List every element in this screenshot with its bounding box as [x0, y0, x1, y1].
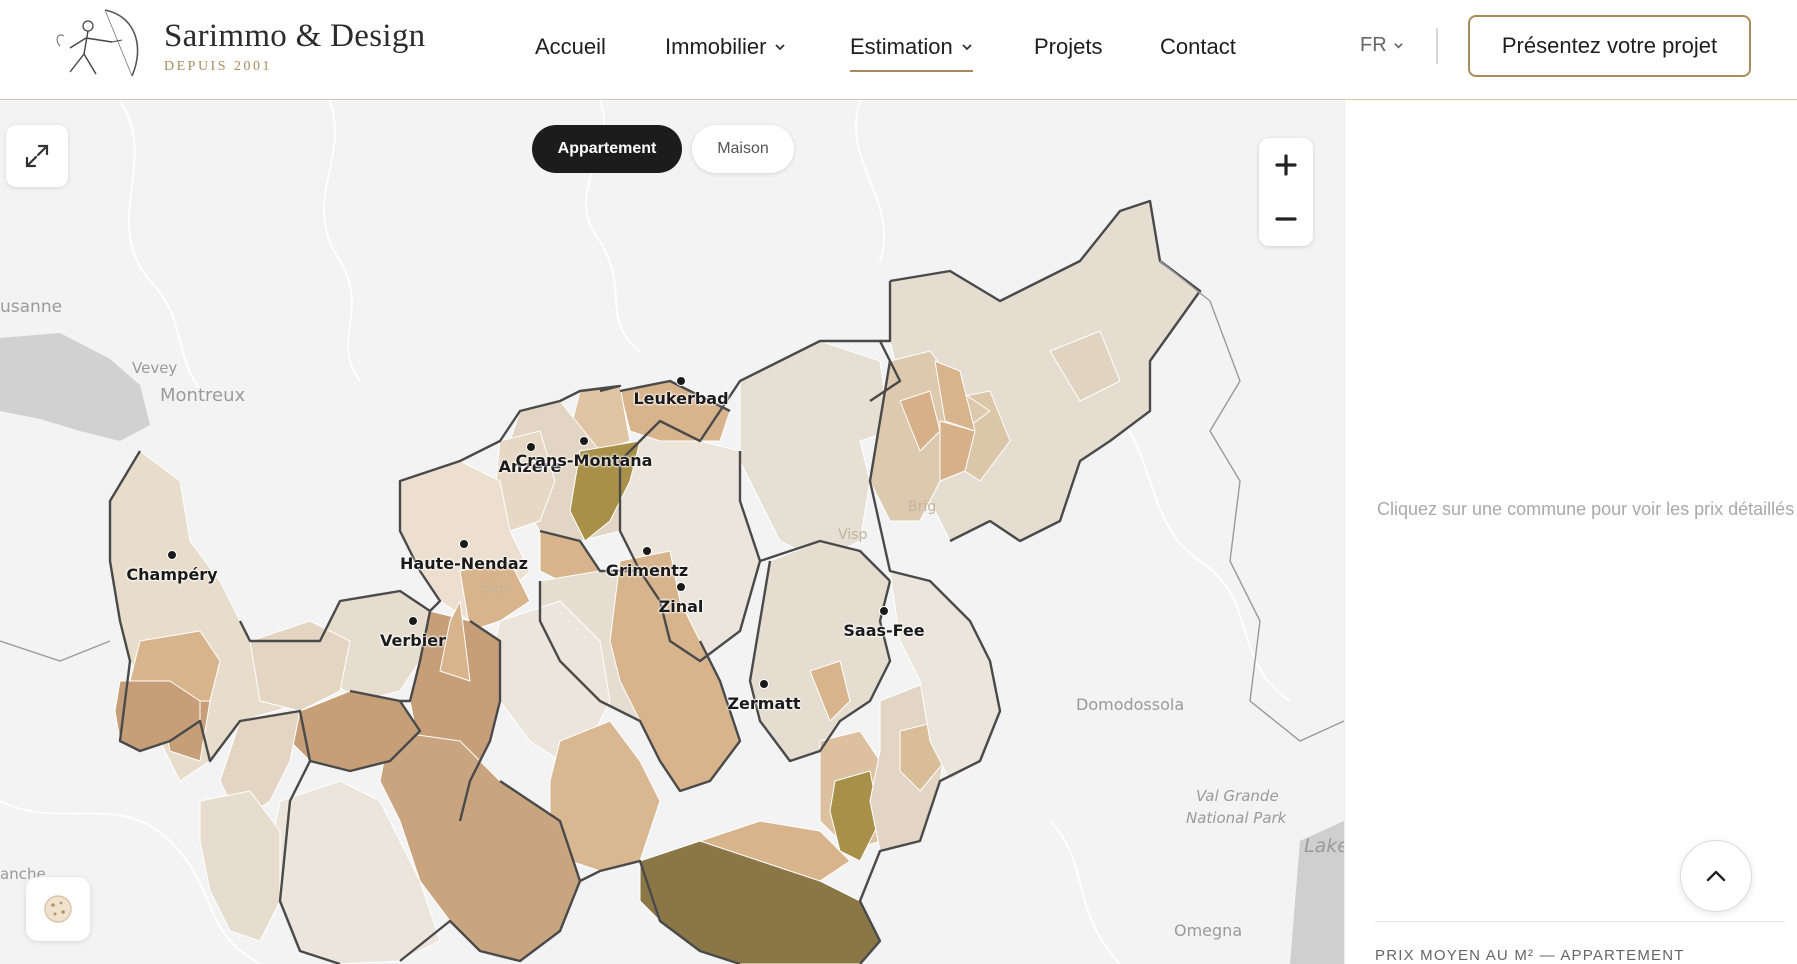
- active-nav-underline: [850, 70, 973, 72]
- nav-item-projets[interactable]: Projets: [1034, 32, 1102, 62]
- site-header: Sarimmo & Design DEPUIS 2001 Accueil Imm…: [0, 0, 1797, 100]
- place-label: Sion: [482, 581, 513, 597]
- brand-name: Sarimmo & Design: [164, 18, 426, 54]
- archer-logo-icon: [56, 9, 139, 77]
- chevron-down-icon: [1393, 43, 1403, 49]
- chevron-down-icon: [775, 44, 786, 51]
- cookie-settings-button[interactable]: [26, 877, 90, 941]
- commune-marker-zinal[interactable]: [676, 582, 686, 592]
- commune-marker-leukerbad[interactable]: [676, 376, 686, 386]
- place-label: usanne: [0, 297, 63, 317]
- commune-label-zermatt[interactable]: Zermatt: [727, 694, 800, 713]
- nav-item-immobilier[interactable]: Immobilier: [665, 32, 786, 62]
- commune-marker-crans-montana[interactable]: [579, 436, 589, 446]
- valais-choropleth-map[interactable]: [0, 101, 1344, 964]
- scroll-to-top-button[interactable]: [1680, 840, 1752, 912]
- plus-icon: [1275, 154, 1297, 176]
- cookie-icon: [44, 895, 72, 923]
- nav-label: Contact: [1160, 34, 1236, 59]
- chevron-up-icon: [1706, 870, 1726, 882]
- place-label: National Park: [1186, 809, 1287, 827]
- toggle-appartement[interactable]: Appartement: [532, 125, 682, 173]
- header-divider: [1436, 28, 1438, 64]
- commune-label-saas-fee[interactable]: Saas-Fee: [843, 621, 924, 640]
- commune-marker-haute-nendaz[interactable]: [459, 539, 469, 549]
- commune-marker-verbier[interactable]: [408, 616, 418, 626]
- chevron-down-icon: [962, 44, 972, 51]
- minus-icon: [1275, 217, 1297, 221]
- price-map[interactable]: usanne Vevey Montreux Domodossola Val Gr…: [0, 101, 1344, 964]
- nav-label: Immobilier: [665, 34, 767, 59]
- commune-marker-champery[interactable]: [167, 550, 177, 560]
- brand-tagline: DEPUIS 2001: [164, 59, 273, 74]
- national-border: [1159, 260, 1344, 742]
- nav-label: Estimation: [850, 34, 953, 59]
- commune-marker-zermatt[interactable]: [759, 679, 769, 689]
- zoom-in-button[interactable]: [1259, 138, 1313, 192]
- commune-label-grimentz[interactable]: Grimentz: [606, 561, 688, 580]
- panel-hint: Cliquez sur une commune pour voir les pr…: [1377, 499, 1795, 519]
- place-label: Domodossola: [1076, 695, 1185, 714]
- nav-label: Accueil: [535, 34, 606, 59]
- national-border: [0, 640, 111, 662]
- commune-label-leukerbad[interactable]: Leukerbad: [633, 389, 728, 408]
- commune-label-verbier[interactable]: Verbier: [380, 631, 446, 650]
- commune-marker-saas-fee[interactable]: [879, 606, 889, 616]
- place-label: Montreux: [160, 385, 246, 406]
- nav-item-accueil[interactable]: Accueil: [535, 32, 606, 62]
- commune-label-champery[interactable]: Champéry: [126, 565, 217, 584]
- place-label: Val Grande: [1196, 787, 1279, 805]
- nav-label: Projets: [1034, 34, 1103, 59]
- place-label: Visp: [838, 527, 868, 543]
- price-section-title: PRIX MOYEN AU M² — APPARTEMENT: [1375, 947, 1685, 964]
- commune-label-crans-montana[interactable]: Crans-Montana: [516, 451, 653, 470]
- commune-label-haute-nendaz[interactable]: Haute-Nendaz: [400, 554, 528, 573]
- place-label: Lake: [1304, 835, 1344, 857]
- place-label: Omegna: [1174, 921, 1243, 940]
- lake-geneva: [0, 333, 150, 441]
- zoom-control: [1259, 138, 1313, 246]
- present-project-button[interactable]: Présentez votre projet: [1468, 15, 1751, 77]
- fullscreen-button[interactable]: [6, 125, 68, 187]
- toggle-maison[interactable]: Maison: [692, 125, 794, 173]
- zoom-out-button[interactable]: [1259, 192, 1313, 246]
- nav-item-contact[interactable]: Contact: [1160, 32, 1236, 62]
- communes-layer[interactable]: [109, 200, 1201, 964]
- place-label: Vevey: [132, 359, 178, 377]
- panel-divider: [1375, 921, 1785, 922]
- brand-logo[interactable]: Sarimmo & Design DEPUIS 2001: [50, 6, 425, 94]
- language-label: FR: [1360, 34, 1387, 56]
- language-selector[interactable]: FR: [1360, 34, 1404, 57]
- commune-label-zinal[interactable]: Zinal: [659, 597, 704, 616]
- details-panel: Cliquez sur une commune pour voir les pr…: [1344, 101, 1797, 964]
- expand-icon: [25, 144, 49, 168]
- commune-marker-grimentz[interactable]: [642, 546, 652, 556]
- nav-item-estimation[interactable]: Estimation: [850, 32, 973, 72]
- place-label: Brig: [908, 499, 937, 515]
